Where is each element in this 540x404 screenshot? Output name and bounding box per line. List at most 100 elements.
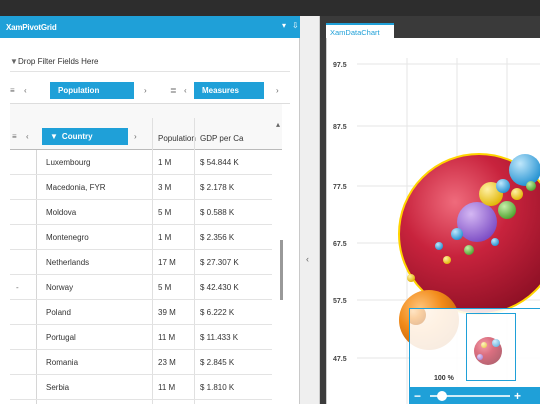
y-tick-label: 77.5	[333, 184, 347, 191]
gdp-cell: $ 2.356 K	[200, 233, 235, 242]
country-cell: Netherlands	[46, 258, 90, 267]
pane-splitter[interactable]: ‹	[300, 16, 320, 404]
bubble[interactable]	[464, 245, 474, 255]
chevron-right-icon[interactable]: ›	[276, 86, 279, 95]
zoom-bar: − +	[410, 387, 540, 404]
zoom-out-button[interactable]: −	[414, 389, 421, 403]
rows-icon: ≡	[12, 132, 17, 141]
bubble[interactable]	[511, 188, 523, 200]
rows-icon: ≣	[170, 86, 177, 95]
bubble[interactable]	[407, 274, 415, 282]
column-header-gdp[interactable]: GDP per Ca	[200, 134, 243, 143]
gdp-cell: $ 0.588 K	[200, 208, 235, 217]
gdp-cell: $ 42.430 K	[200, 283, 239, 292]
chart-tab-bar: XamDataChart	[320, 16, 540, 38]
table-row[interactable]: Netherlands 17 M $ 27.307 K	[10, 250, 272, 275]
columns-icon: ≡	[10, 86, 15, 95]
country-cell: Norway	[46, 283, 74, 292]
table-row[interactable]: Montenegro 1 M $ 2.356 K	[10, 225, 272, 250]
y-tick-label: 87.5	[333, 124, 347, 131]
filter-icon: ▼	[50, 132, 58, 141]
zoom-in-button[interactable]: +	[514, 389, 521, 403]
bubble[interactable]	[435, 242, 443, 250]
country-cell: Macedonia, FYR	[46, 183, 106, 192]
bubble[interactable]	[443, 256, 451, 264]
country-cell: Poland	[46, 308, 71, 317]
chart-navigation-preview[interactable]: 100 % − +	[409, 308, 540, 404]
population-cell: 5 M	[158, 283, 172, 292]
y-axis-tick-labels: 97.5 87.5 77.5 67.5 57.5 47.5	[333, 62, 347, 363]
data-chart[interactable]: 97.5 87.5 77.5 67.5 57.5 47.5 100 % − +	[326, 38, 540, 404]
y-tick-label: 97.5	[333, 62, 347, 69]
dropdown-icon[interactable]: ▾	[282, 21, 286, 30]
table-row[interactable]: Poland 39 M $ 6.222 K	[10, 300, 272, 325]
chevron-left-icon[interactable]: ‹	[24, 86, 27, 95]
zoom-viewport-window[interactable]	[466, 313, 516, 381]
table-row[interactable]: Serbia 11 M $ 1.810 K	[10, 375, 272, 400]
population-cell: 3 M	[158, 183, 172, 192]
vertical-scrollbar[interactable]	[276, 122, 286, 404]
column-header-row: ≡ ‹ ▼ Country › Population GDP per Ca ▴	[10, 104, 282, 150]
bubble[interactable]	[526, 181, 536, 191]
filter-drop-zone[interactable]: ▼ Drop Filter Fields Here	[10, 50, 290, 72]
column-header-population[interactable]: Population	[158, 134, 196, 143]
country-cell: Montenegro	[46, 233, 89, 242]
population-cell: 23 M	[158, 358, 176, 367]
pivot-grid-body: ‐ Luxembourg 1 M $ 54.844 K Macedonia, F…	[10, 150, 272, 404]
population-cell: 39 M	[158, 308, 176, 317]
population-cell: 17 M	[158, 258, 176, 267]
table-row[interactable]: Luxembourg 1 M $ 54.844 K	[10, 150, 272, 175]
app-window: XamPivotGrid ▾ ⇩ ▼ Drop Filter Fields He…	[0, 0, 540, 404]
pane-title: XamPivotGrid	[6, 23, 57, 32]
zoom-level-label: 100 %	[434, 375, 454, 382]
country-chip-label: Country	[61, 132, 93, 141]
column-divider	[152, 118, 153, 150]
gdp-cell: $ 27.307 K	[200, 258, 239, 267]
pivot-grid-pane: XamPivotGrid ▾ ⇩ ▼ Drop Filter Fields He…	[0, 16, 300, 404]
bubble[interactable]	[451, 228, 463, 240]
chevron-right-icon[interactable]: ›	[134, 132, 137, 141]
preview-bubble-orange	[410, 309, 426, 325]
scrollbar-thumb[interactable]	[280, 240, 283, 300]
title-bar	[0, 0, 540, 16]
y-tick-label: 57.5	[333, 298, 347, 305]
population-cell: 11 M	[158, 333, 176, 342]
y-tick-label: 67.5	[333, 241, 347, 248]
bubble[interactable]	[496, 179, 510, 193]
gdp-cell: $ 2.845 K	[200, 358, 235, 367]
tab-xamdatachart[interactable]: XamDataChart	[326, 23, 394, 38]
gdp-cell: $ 6.222 K	[200, 308, 235, 317]
y-tick-label: 47.5	[333, 356, 347, 363]
country-cell: Moldova	[46, 208, 77, 217]
population-field-chip[interactable]: Population	[50, 82, 134, 99]
pivot-grid-header: XamPivotGrid ▾ ⇩	[0, 16, 300, 38]
country-cell: Romania	[46, 358, 79, 367]
chevron-left-icon[interactable]: ‹	[26, 132, 29, 141]
country-cell: Luxembourg	[46, 158, 91, 167]
filter-drop-text: Drop Filter Fields Here	[18, 57, 99, 66]
bubble[interactable]	[491, 238, 499, 246]
table-row[interactable]: Portugal 11 M $ 11.433 K	[10, 325, 272, 350]
table-row[interactable]: Macedonia, FYR 3 M $ 2.178 K	[10, 175, 272, 200]
gdp-cell: $ 2.178 K	[200, 183, 235, 192]
table-row[interactable]: Romania 23 M $ 2.845 K	[10, 350, 272, 375]
bubble[interactable]	[498, 201, 516, 219]
gdp-cell: $ 1.810 K	[200, 383, 235, 392]
gdp-cell: $ 11.433 K	[200, 333, 239, 342]
pin-icon[interactable]: ⇩	[292, 21, 299, 30]
table-row[interactable]: Norway 5 M $ 42.430 K	[10, 275, 272, 300]
filter-icon: ▼	[10, 57, 18, 66]
chevron-left-icon[interactable]: ‹	[306, 254, 309, 264]
bubble[interactable]	[457, 202, 497, 242]
population-cell: 1 M	[158, 158, 172, 167]
measures-chip[interactable]: Measures	[194, 82, 264, 99]
column-divider	[194, 118, 195, 150]
population-cell: 5 M	[158, 208, 172, 217]
country-field-chip[interactable]: ▼ Country	[42, 128, 128, 145]
chevron-left-icon[interactable]: ‹	[184, 86, 187, 95]
bubble[interactable]	[509, 154, 540, 186]
table-row[interactable]: Moldova 5 M $ 0.588 K	[10, 200, 272, 225]
row-column-zone: ≡ ‹ Population › ≣ ‹ Measures ›	[10, 72, 290, 104]
zoom-slider-knob[interactable]	[437, 391, 447, 401]
chevron-right-icon[interactable]: ›	[144, 86, 147, 95]
